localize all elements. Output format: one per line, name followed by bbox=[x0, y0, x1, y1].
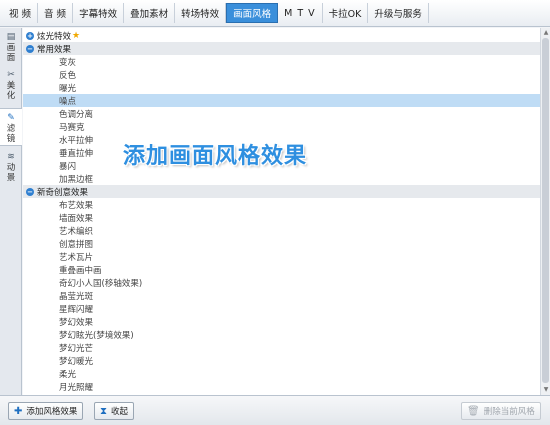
list-item[interactable]: 马赛克 bbox=[23, 120, 540, 133]
picture-icon: ▤ bbox=[6, 32, 16, 42]
sidebar-char: 面 bbox=[6, 53, 16, 63]
sidebar-char: 化 bbox=[6, 91, 16, 101]
filter-icon: ✎ bbox=[7, 113, 15, 123]
beautify-icon: ✂ bbox=[7, 70, 15, 80]
delete-current-style-button[interactable]: 🗑 删除当前风格 bbox=[461, 402, 541, 420]
list-item[interactable]: 艺术编织 bbox=[23, 224, 540, 237]
list-item[interactable]: 艺术瓦片 bbox=[23, 250, 540, 263]
add-style-effect-label: 添加风格效果 bbox=[26, 407, 78, 417]
trash-icon: 🗑 bbox=[467, 405, 480, 417]
sidebar-char: 镜 bbox=[6, 134, 16, 144]
scrollbar-thumb[interactable] bbox=[542, 38, 549, 383]
list-item[interactable]: 色调分离 bbox=[23, 107, 540, 120]
tab-picture-style[interactable]: 画面风格 bbox=[226, 3, 279, 23]
star-icon: ★ bbox=[72, 30, 81, 41]
list-scrollbar[interactable]: ▲ ▼ bbox=[540, 28, 550, 395]
delete-current-style-label: 删除当前风格 bbox=[483, 407, 535, 417]
favorite-effects-label: 炫光特效 bbox=[37, 31, 72, 42]
list-item[interactable]: 加黑边框 bbox=[23, 172, 540, 185]
list-item[interactable]: 月光照耀 bbox=[23, 380, 540, 393]
scroll-up-arrow-icon[interactable]: ▲ bbox=[542, 29, 550, 37]
list-item[interactable]: 晶莹光斑 bbox=[23, 289, 540, 302]
list-item[interactable]: 重叠画中画 bbox=[23, 263, 540, 276]
sidebar-char: 景 bbox=[6, 173, 16, 183]
list-item[interactable]: 梦幻光芒 bbox=[23, 341, 540, 354]
collapse-button[interactable]: ⧗ 收起 bbox=[94, 402, 135, 420]
sidebar-char: 滤 bbox=[6, 124, 16, 134]
sidebar-char: 动 bbox=[6, 163, 16, 173]
add-style-effect-button[interactable]: ✚ 添加风格效果 bbox=[8, 402, 84, 420]
list-item[interactable]: 梦幻暖光 bbox=[23, 354, 540, 367]
sidebar-char: 美 bbox=[6, 81, 16, 91]
top-tab-bar: 视 频 音 频 字幕特效 叠加素材 转场特效 画面风格 MTV 卡拉OK 升级与… bbox=[0, 0, 550, 27]
list-item[interactable]: 墙面效果 bbox=[23, 211, 540, 224]
effects-list-panel: + 炫光特效 ★ − 常用效果 变灰 反色 曝光 噪点 色调分离 马赛克 水平拉… bbox=[23, 28, 540, 395]
overlay-caption: 添加画面风格效果 bbox=[123, 144, 308, 169]
list-item[interactable]: 反色 bbox=[23, 68, 540, 81]
sidebar-item-picture[interactable]: ▤ 画 面 bbox=[0, 32, 22, 64]
list-item[interactable]: 梦幻效果 bbox=[23, 315, 540, 328]
add-effect-icon: ✚ bbox=[14, 405, 23, 417]
sidebar-char: 画 bbox=[6, 43, 16, 53]
sidebar-item-beautify[interactable]: ✂ 美 化 bbox=[0, 70, 22, 102]
sidebar-item-animation[interactable]: ≋ 动 景 bbox=[0, 152, 22, 184]
tab-transition-effects[interactable]: 转场特效 bbox=[175, 3, 227, 23]
tab-overlay-materials[interactable]: 叠加素材 bbox=[124, 3, 176, 23]
list-item[interactable]: 奇幻小人国(移轴效果) bbox=[23, 276, 540, 289]
animation-icon: ≋ bbox=[7, 152, 15, 162]
list-item-selected[interactable]: 噪点 bbox=[23, 94, 540, 107]
list-item[interactable]: 柔光 bbox=[23, 367, 540, 380]
collapse-icon[interactable]: − bbox=[26, 187, 34, 196]
bottom-action-bar: ✚ 添加风格效果 ⧗ 收起 🗑 删除当前风格 bbox=[0, 395, 550, 425]
list-item[interactable]: 星辉闪耀 bbox=[23, 302, 540, 315]
tab-video[interactable]: 视 频 bbox=[3, 3, 39, 23]
tab-mtv[interactable]: MTV bbox=[278, 3, 323, 23]
list-item[interactable]: 曝光 bbox=[23, 81, 540, 94]
list-item[interactable]: 创意拼图 bbox=[23, 237, 540, 250]
list-item[interactable]: 梦幻眩光(梦境效果) bbox=[23, 328, 540, 341]
hourglass-icon: ⧗ bbox=[100, 405, 108, 417]
tab-audio[interactable]: 音 频 bbox=[38, 3, 74, 23]
group-label: 常用效果 bbox=[37, 44, 72, 55]
sidebar-item-filter[interactable]: ✎ 滤 镜 bbox=[0, 108, 22, 146]
tab-upgrade-service[interactable]: 升级与服务 bbox=[368, 3, 429, 23]
tab-karaoke[interactable]: 卡拉OK bbox=[323, 3, 369, 23]
collapse-icon[interactable]: − bbox=[26, 44, 34, 53]
expand-icon[interactable]: + bbox=[26, 31, 34, 40]
group-header-common[interactable]: − 常用效果 bbox=[23, 42, 540, 55]
list-item[interactable]: 布艺效果 bbox=[23, 198, 540, 211]
group-header-creative[interactable]: − 新奇创意效果 bbox=[23, 185, 540, 198]
list-item[interactable]: 变灰 bbox=[23, 55, 540, 68]
group-label: 新奇创意效果 bbox=[37, 187, 89, 198]
tab-subtitle-effects[interactable]: 字幕特效 bbox=[73, 3, 125, 23]
collapse-label: 收起 bbox=[111, 407, 129, 417]
scroll-down-arrow-icon[interactable]: ▼ bbox=[542, 386, 550, 394]
favorite-effects-row[interactable]: + 炫光特效 ★ bbox=[23, 29, 540, 42]
category-sidebar: ▤ 画 面 ✂ 美 化 ✎ 滤 镜 ≋ 动 景 bbox=[0, 28, 22, 395]
